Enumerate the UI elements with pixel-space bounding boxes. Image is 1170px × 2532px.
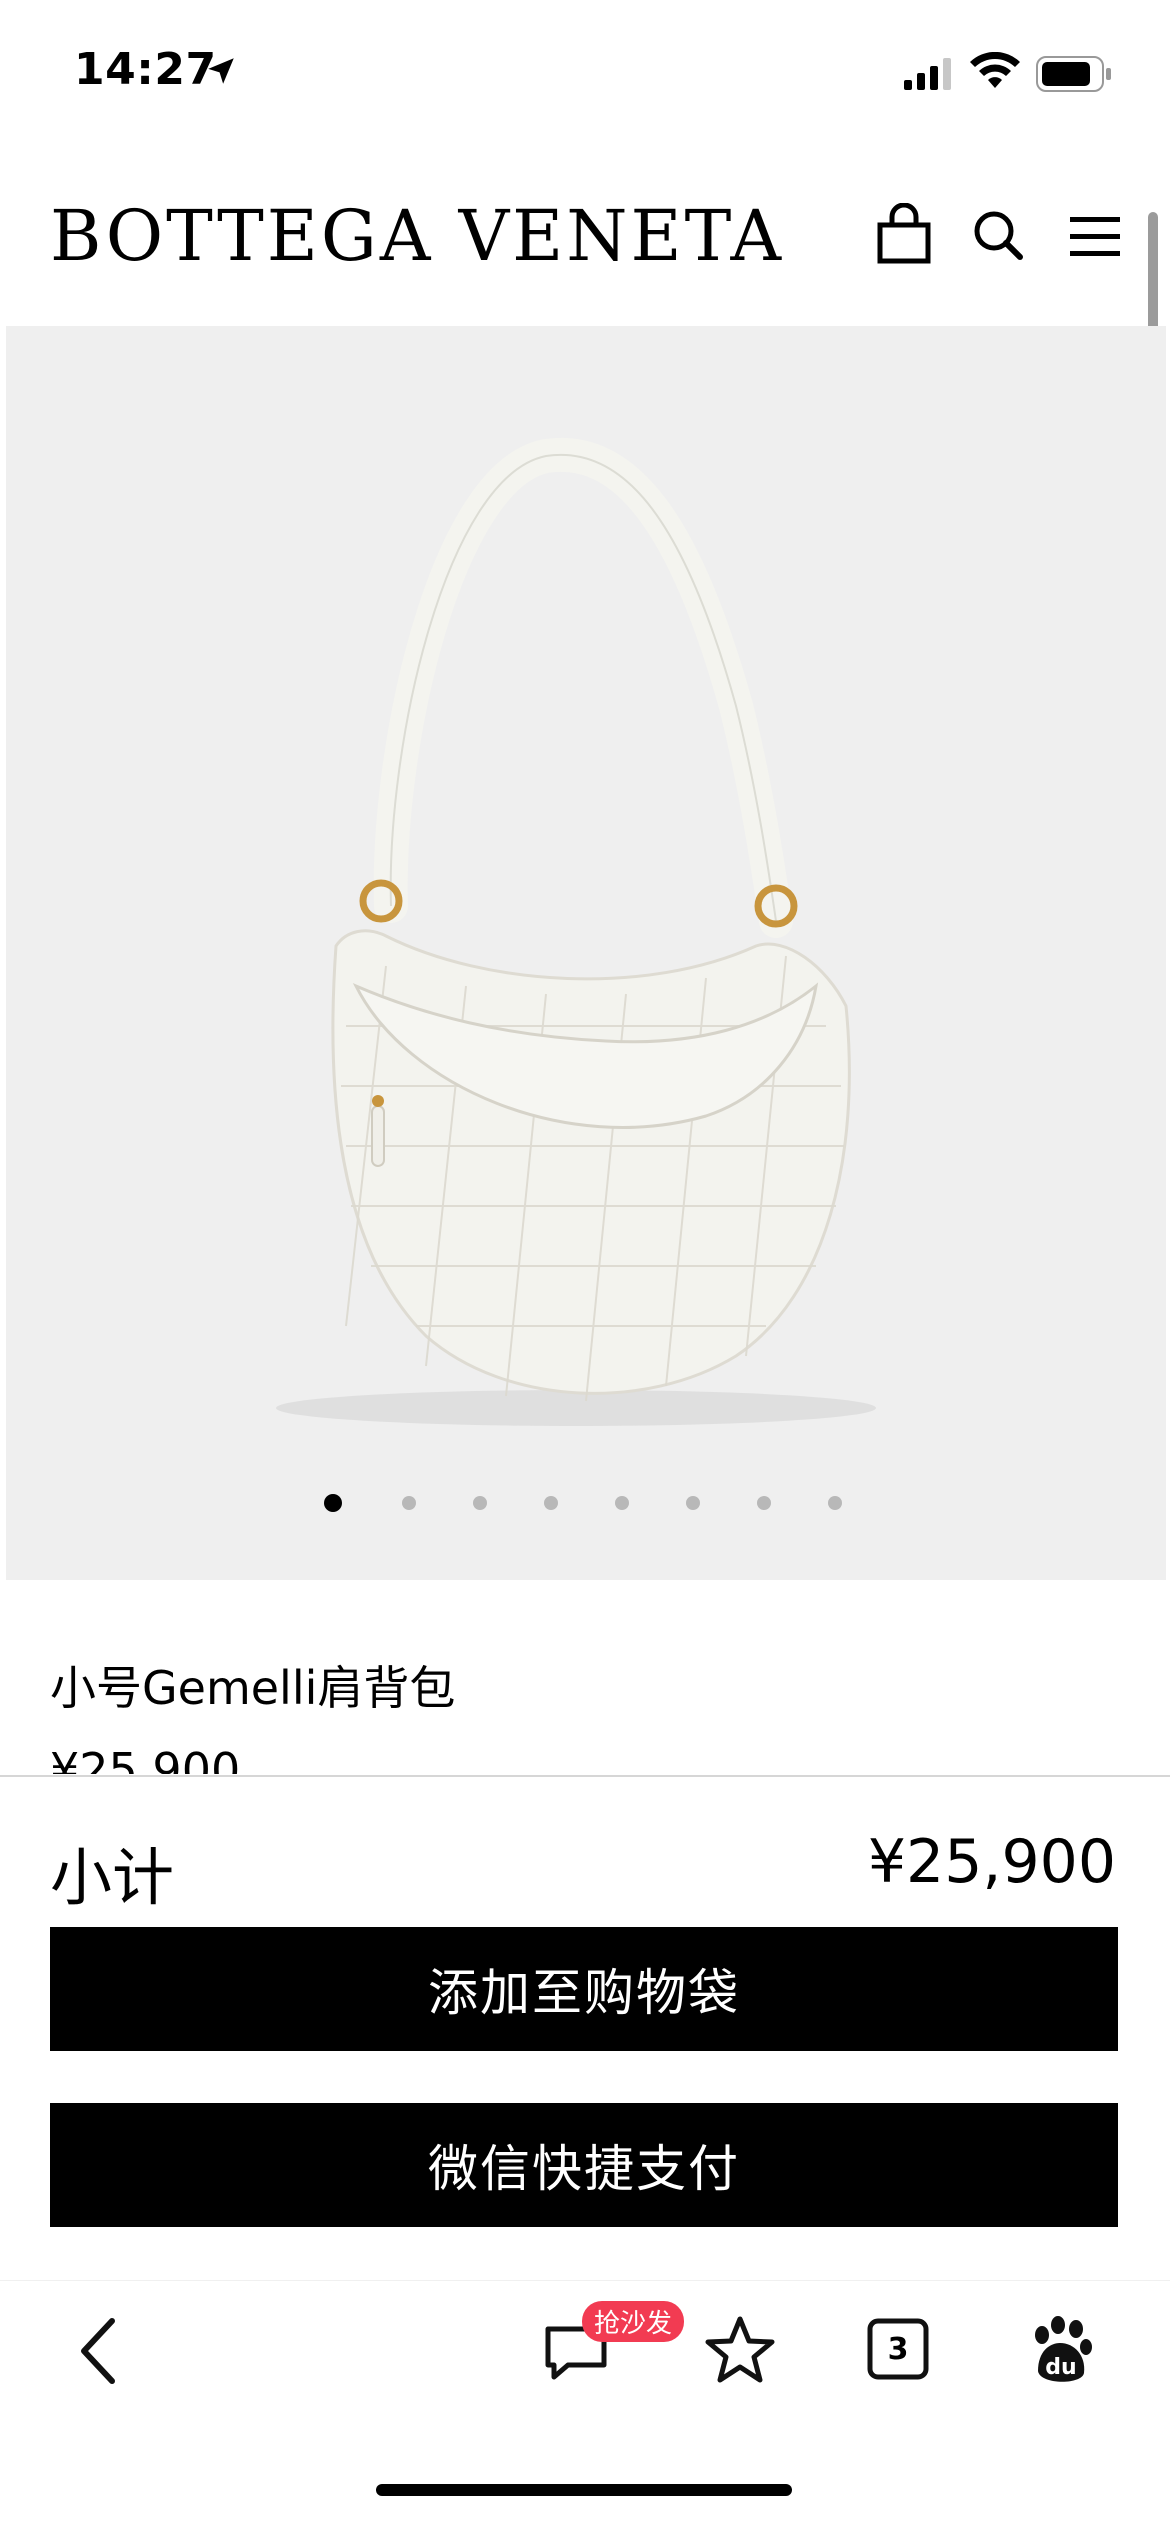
carousel-dot-8[interactable] — [828, 1496, 842, 1510]
checkout-panel: 小计 ¥25,900 添加至购物袋 微信快捷支付 — [0, 1777, 1170, 2277]
carousel-dot-5[interactable] — [615, 1496, 629, 1510]
product-image-gallery[interactable] — [6, 326, 1166, 1580]
back-icon[interactable] — [60, 2311, 140, 2391]
signal-icon — [904, 58, 951, 90]
wechat-pay-button[interactable]: 微信快捷支付 — [50, 2103, 1118, 2227]
star-icon[interactable] — [700, 2311, 780, 2391]
promo-badge: 抢沙发 — [582, 2301, 685, 2342]
subtotal-value: ¥25,900 — [867, 1827, 1116, 1897]
location-arrow-icon — [208, 58, 234, 84]
carousel-dot-6[interactable] — [686, 1496, 700, 1510]
carousel-dots — [6, 1492, 1166, 1516]
search-icon[interactable] — [968, 203, 1028, 267]
carousel-dot-7[interactable] — [757, 1496, 771, 1510]
shopping-bag-icon[interactable] — [874, 203, 934, 267]
product-name: 小号Gemelli肩背包 — [50, 1661, 456, 1715]
carousel-dot-2[interactable] — [402, 1496, 416, 1510]
tabs-count: 3 — [887, 2331, 909, 2367]
wifi-icon — [970, 52, 1020, 88]
carousel-dot-1[interactable] — [324, 1494, 342, 1512]
status-bar: 14:27 — [0, 0, 1170, 140]
product-price: ¥25,900 — [50, 1743, 241, 1774]
menu-icon[interactable] — [1066, 203, 1126, 267]
carousel-dot-4[interactable] — [544, 1496, 558, 1510]
svg-text:du: du — [1045, 2355, 1076, 2380]
add-to-bag-button[interactable]: 添加至购物袋 — [50, 1927, 1118, 2051]
browser-toolbar: 抢沙发 3 du — [0, 2280, 1170, 2451]
home-indicator[interactable] — [376, 2484, 792, 2496]
carousel-dot-3[interactable] — [473, 1496, 487, 1510]
site-header: BOTTEGA VENETA — [0, 175, 1170, 325]
battery-icon — [1036, 56, 1111, 92]
status-time: 14:27 — [74, 44, 217, 95]
baidu-paw-icon[interactable]: du — [1020, 2311, 1100, 2391]
brand-logo[interactable]: BOTTEGA VENETA — [50, 195, 784, 277]
subtotal-label: 小计 — [50, 1841, 175, 1914]
tabs-icon[interactable]: 3 — [860, 2311, 940, 2391]
product-image — [276, 437, 876, 1426]
